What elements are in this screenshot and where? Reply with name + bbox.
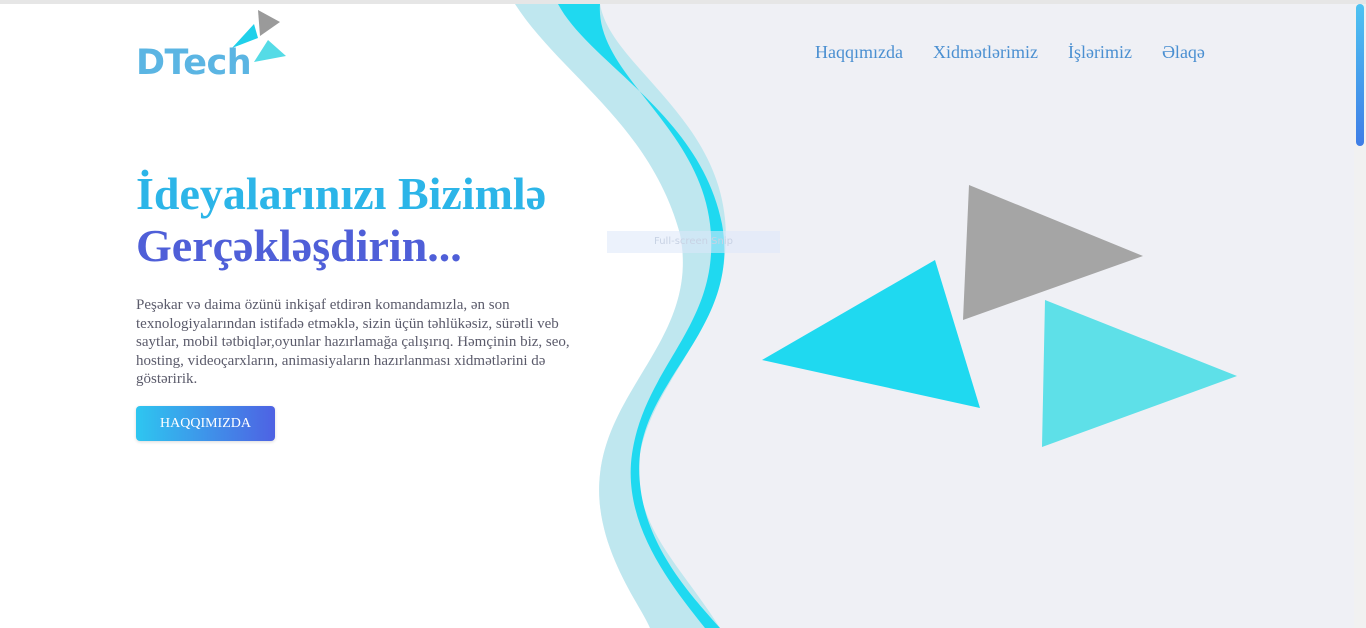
teal-triangle <box>1042 300 1237 447</box>
main-nav: Haqqımızda Xidmətlərimiz İşlərimiz Əlaqə <box>815 42 1205 63</box>
nav-item-contact[interactable]: Əlaqə <box>1162 42 1205 63</box>
nav-item-about[interactable]: Haqqımızda <box>815 42 903 63</box>
nav-item-services[interactable]: Xidmətlərimiz <box>933 42 1038 63</box>
hero-description: Peşəkar və daima özünü inkişaf etdirən k… <box>136 297 570 387</box>
gray-triangle <box>963 185 1143 320</box>
nav-item-works[interactable]: İşlərimiz <box>1068 42 1132 63</box>
hero-triangles-illustration <box>762 185 1237 447</box>
about-cta-button[interactable]: HAQQIMIZDA <box>136 406 275 441</box>
logo[interactable]: DTech <box>136 10 296 90</box>
logo-text: DTech <box>136 43 252 83</box>
page: DTech Haqqımızda Xidmətlərimiz İşlərimiz… <box>0 0 1366 628</box>
cyan-triangle <box>762 260 980 408</box>
hero-title-line1: İdeyalarınızı Bizimlə <box>136 168 547 219</box>
vertical-scrollbar[interactable] <box>1354 4 1366 628</box>
hero-title: İdeyalarınızı Bizimlə Gerçəkləşdirin... <box>136 168 546 272</box>
hero-title-line2: Gerçəkləşdirin... <box>136 220 462 271</box>
scrollbar-thumb[interactable] <box>1356 4 1364 146</box>
